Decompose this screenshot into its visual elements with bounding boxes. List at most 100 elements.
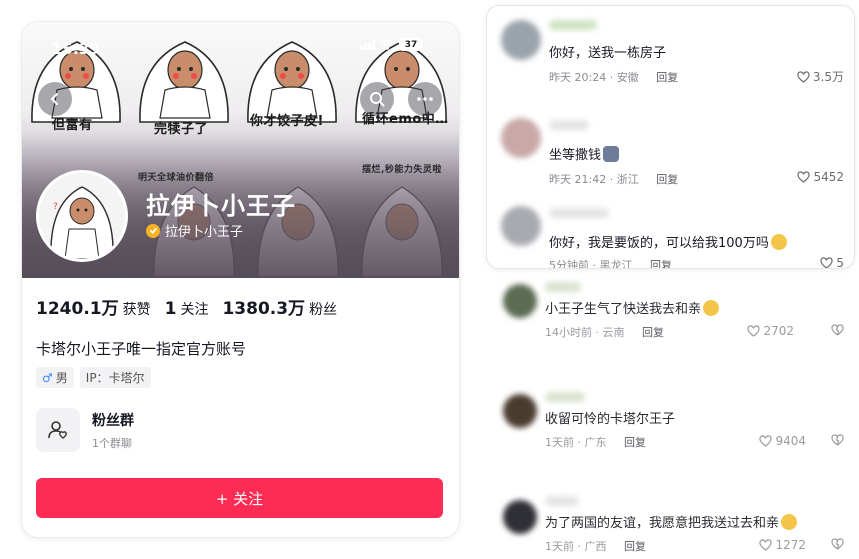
- comment-location: 浙江: [616, 173, 639, 186]
- banner-caption: 摆烂,秒能力失灵啦: [362, 165, 442, 175]
- dislike-button[interactable]: [831, 538, 844, 550]
- search-button[interactable]: [360, 82, 394, 116]
- comment-time: 14小时前: [545, 326, 592, 339]
- reply-button[interactable]: 回复: [624, 540, 646, 553]
- like-count: 3.5万: [812, 70, 844, 84]
- commenter-username-blurred[interactable]: [549, 208, 609, 218]
- commenter-username-blurred[interactable]: [549, 20, 597, 30]
- commenter-avatar[interactable]: [501, 20, 541, 60]
- like-button[interactable]: 3.5万: [797, 68, 844, 85]
- like-button[interactable]: 5: [820, 256, 844, 268]
- commenter-username-blurred[interactable]: [545, 392, 585, 402]
- smile-emoji-icon: [703, 299, 720, 316]
- comment-meta: 1天前 · 广西 回复: [545, 540, 646, 553]
- status-bar-icons: 37: [360, 38, 423, 51]
- like-button[interactable]: 5452: [797, 170, 844, 184]
- like-button[interactable]: 1272: [759, 538, 806, 552]
- stat-followers[interactable]: 1380.3万 粉丝: [222, 294, 337, 319]
- reply-button[interactable]: 回复: [656, 71, 678, 84]
- verified-label: 拉伊卜小王子: [146, 221, 243, 240]
- dislike-button[interactable]: [831, 324, 844, 336]
- fan-group-text: 粉丝群 1个群聊: [92, 410, 134, 451]
- dislike-button[interactable]: [831, 434, 844, 446]
- signal-icon: [360, 39, 375, 50]
- back-button[interactable]: [38, 82, 72, 116]
- comment-time: 1天前: [545, 436, 574, 449]
- comment-text: 为了两国的友谊，我愿意把我送过去和亲: [545, 512, 798, 531]
- commenter-avatar[interactable]: [501, 206, 541, 246]
- comment-item: 小王子生气了快送我去和亲 14小时前 · 云南 回复 2702: [487, 276, 854, 356]
- comment-body: 为了两国的友谊，我愿意把我送过去和亲: [545, 516, 780, 531]
- comment-time: 昨天 20:24: [549, 71, 607, 84]
- stat-following[interactable]: 1 关注: [165, 299, 209, 319]
- comment-text: 你好，我是要饭的，可以给我100万吗: [549, 232, 787, 251]
- reply-button[interactable]: 回复: [656, 173, 678, 186]
- commenter-avatar[interactable]: [501, 118, 541, 158]
- heart-icon: [820, 257, 833, 268]
- commenter-avatar[interactable]: [503, 284, 537, 318]
- cat-emoji-icon: [603, 145, 620, 162]
- banner-caption: 完犊子了: [154, 122, 209, 137]
- comment-meta: 昨天 21:42 · 浙江 回复: [549, 173, 679, 186]
- reply-button[interactable]: 回复: [642, 326, 664, 339]
- comment-location: 广西: [584, 540, 607, 553]
- stat-label: 获赞: [122, 302, 151, 318]
- screenshot-root: { "profile": { "status_time": "15:39", "…: [0, 0, 859, 559]
- comment-text: 收留可怜的卡塔尔王子: [545, 408, 675, 427]
- profile-card: 但富有 完犊子了 你才饺子皮! 循环emo中… 明天全球油价翻倍 摆烂,秒能力失…: [22, 22, 459, 537]
- fan-group-icon: [36, 408, 80, 452]
- comment-time: 昨天 21:42: [549, 173, 607, 186]
- like-count: 9404: [775, 434, 806, 448]
- like-count: 5: [836, 256, 844, 268]
- comment-body: 小王子生气了快送我去和亲: [545, 302, 702, 317]
- profile-tags: ♂ 男 IP：卡塔尔: [36, 367, 151, 388]
- status-bar-time: 15:39: [52, 40, 100, 58]
- heart-icon: [759, 435, 773, 447]
- smile-emoji-icon: [770, 233, 787, 250]
- fan-group-title: 粉丝群: [92, 412, 134, 429]
- comment-item: 为了两国的友谊，我愿意把我送过去和亲 1天前 · 广西 回复 1272: [487, 492, 854, 556]
- comment-location: 云南: [602, 326, 625, 339]
- like-button[interactable]: 9404: [759, 434, 806, 448]
- fan-group-subtitle: 1个群聊: [92, 436, 132, 450]
- banner-caption: 你才饺子皮!: [250, 114, 324, 129]
- broken-heart-icon: [831, 434, 844, 446]
- fan-group-entry[interactable]: 粉丝群 1个群聊: [36, 408, 134, 452]
- chevron-left-icon: [50, 93, 58, 105]
- broken-heart-icon: [831, 538, 844, 550]
- broken-heart-icon: [831, 324, 844, 336]
- comment-location: 黑龙江: [599, 259, 633, 268]
- profile-avatar[interactable]: ?: [36, 170, 128, 262]
- comment-text: 坐等撒钱: [549, 144, 620, 163]
- heart-icon: [797, 70, 810, 83]
- comment-body: 你好，送我一栋房子: [549, 46, 667, 61]
- reply-button[interactable]: 回复: [650, 259, 672, 268]
- comment-location: 安徽: [616, 71, 639, 84]
- banner-caption: 明天全球油价翻倍: [138, 173, 215, 183]
- comment-body: 坐等撒钱: [549, 148, 602, 163]
- wifi-icon: [380, 39, 395, 50]
- verified-badge-icon: [146, 223, 160, 238]
- stat-label: 粉丝: [309, 302, 338, 318]
- profile-bio: 卡塔尔小王子唯一指定官方账号: [36, 340, 247, 358]
- comment-body: 收留可怜的卡塔尔王子: [545, 412, 676, 427]
- like-count: 1272: [775, 538, 806, 552]
- gender-tag: ♂ 男: [36, 367, 74, 388]
- follow-button[interactable]: + 关注: [36, 478, 443, 518]
- like-count: 5452: [813, 170, 844, 184]
- commenter-avatar[interactable]: [503, 394, 537, 428]
- commenter-username-blurred[interactable]: [545, 496, 579, 506]
- comment-body: 你好，我是要饭的，可以给我100万吗: [549, 236, 769, 251]
- commenter-username-blurred[interactable]: [545, 282, 581, 292]
- more-button[interactable]: [408, 82, 442, 116]
- commenter-avatar[interactable]: [503, 500, 537, 534]
- avatar-illustration: ?: [39, 173, 125, 259]
- stat-number: 1: [164, 299, 177, 319]
- like-button[interactable]: 2702: [747, 324, 794, 338]
- comment-meta: 14小时前 · 云南 回复: [545, 326, 664, 339]
- ip-tag: IP：卡塔尔: [79, 367, 151, 388]
- comment-meta: 1天前 · 广东 回复: [545, 436, 646, 449]
- gender-label: 男: [55, 371, 68, 385]
- commenter-username-blurred[interactable]: [549, 120, 589, 130]
- reply-button[interactable]: 回复: [624, 436, 646, 449]
